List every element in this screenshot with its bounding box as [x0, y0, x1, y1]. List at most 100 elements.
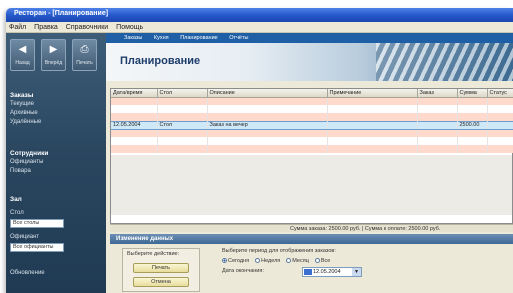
table-cell: [417, 105, 458, 113]
table-cell: 2500.00: [457, 120, 488, 130]
table-header-row: Дата/время Стол Описание Примечание Зака…: [111, 89, 513, 98]
sidebar-item-current[interactable]: Текущие: [10, 100, 41, 109]
page-title: Планирование: [120, 55, 201, 67]
table-cell: [207, 105, 328, 113]
window-title-bar[interactable]: Ресторан - [Планирование]: [6, 8, 513, 22]
table-cell: [207, 137, 328, 145]
nav-orders[interactable]: Заказы: [124, 35, 142, 41]
period-radio-label: Все: [320, 258, 331, 264]
period-radio[interactable]: Неделя: [255, 258, 280, 264]
top-navigation: Заказы Кухня Планирование Отчёты: [106, 33, 513, 43]
table-field-label: Стол: [10, 210, 24, 216]
back-arrow-icon: ◀: [18, 44, 27, 55]
menu-edit[interactable]: Правка: [34, 24, 58, 31]
sidebar-group-header: Заказы: [10, 92, 34, 99]
table-cell: [327, 129, 418, 137]
date-value: 12.05.2004: [313, 269, 341, 275]
chevron-down-icon[interactable]: ▼: [352, 268, 361, 276]
table-cell: [487, 129, 513, 137]
period-radio-label: Сегодня: [228, 258, 250, 264]
table-row[interactable]: [111, 137, 513, 145]
grid-empty-area: [111, 155, 512, 215]
table-cell: [487, 113, 513, 121]
table-row[interactable]: [111, 145, 513, 153]
table-cell: [487, 120, 513, 130]
radio-dot-icon: [314, 258, 320, 263]
menu-references[interactable]: Справочники: [66, 24, 108, 31]
table-cell: [111, 105, 158, 113]
sidebar-group-orders: Заказы Текущие Архивные Удалённые: [10, 91, 41, 127]
print-button[interactable]: ⎙ Печать: [72, 39, 97, 71]
table-row[interactable]: [111, 113, 513, 121]
table-cell: [207, 145, 328, 153]
table-row[interactable]: [111, 105, 513, 113]
table-cell: [327, 105, 418, 113]
table-cell: [157, 113, 208, 121]
column-header[interactable]: Описание: [207, 89, 328, 98]
table-row[interactable]: [111, 129, 513, 137]
period-radio-group: Сегодня Неделя Месяц Все: [222, 258, 336, 264]
table-cell: [111, 145, 158, 153]
period-radio[interactable]: Месяц: [286, 258, 309, 264]
action-group: Выберите действие: Печать Отмена: [122, 248, 200, 292]
sidebar-item-cooks[interactable]: Повара: [10, 167, 48, 176]
orders-grid: Дата/время Стол Описание Примечание Зака…: [110, 88, 513, 224]
table-cell: Стол: [157, 120, 208, 130]
menu-bar: Файл Правка Справочники Помощь: [6, 22, 513, 33]
sidebar-item-waiters[interactable]: Официанты: [10, 158, 48, 167]
sidebar-item-deleted[interactable]: Удалённые: [10, 118, 41, 127]
menu-help[interactable]: Помощь: [116, 24, 143, 31]
table-cell: [417, 120, 458, 130]
table-cell: [327, 113, 418, 121]
nav-kitchen[interactable]: Кухня: [154, 35, 169, 41]
table-cell: [111, 137, 158, 145]
table-cell: [207, 113, 328, 121]
table-cell: [207, 129, 328, 137]
column-header[interactable]: Дата/время: [111, 89, 158, 98]
printer-icon: ⎙: [80, 44, 89, 55]
page-banner: Планирование: [106, 43, 513, 81]
application-window: Ресторан - [Планирование] Файл Правка Сп…: [6, 8, 513, 293]
table-row[interactable]: 12.05.2004 Стол Заказ на вечер 2500.00: [111, 120, 513, 130]
table-cell: [417, 113, 458, 121]
table-cell: [417, 145, 458, 153]
date-picker[interactable]: 12.05.2004 ▼: [302, 267, 362, 277]
grid-status-bar: Сумма заказа: 2500.00 руб. | Сумма к опл…: [110, 224, 513, 232]
table-cell: [417, 97, 458, 105]
radio-dot-icon: [222, 258, 227, 263]
table-row[interactable]: [111, 97, 513, 105]
column-header[interactable]: Заказ: [417, 89, 458, 98]
table-cell: [457, 145, 488, 153]
menu-file[interactable]: Файл: [9, 24, 26, 31]
table-cell: [457, 137, 488, 145]
column-header[interactable]: Примечание: [327, 89, 418, 98]
print-action-button[interactable]: Печать: [133, 263, 189, 273]
cancel-action-button[interactable]: Отмена: [133, 277, 189, 287]
table-cell: [327, 120, 418, 130]
forward-button[interactable]: ▶ Вперёд: [41, 39, 66, 71]
period-radio[interactable]: Сегодня: [222, 258, 249, 264]
table-select[interactable]: Все столы: [10, 219, 64, 228]
back-button[interactable]: ◀ Назад: [10, 39, 35, 71]
column-header[interactable]: Сумма: [457, 89, 488, 98]
table-cell: [457, 105, 488, 113]
nav-planning[interactable]: Планирование: [180, 35, 218, 41]
date-label: Дата окончания:: [222, 268, 264, 274]
window-title: Ресторан - [Планирование]: [14, 10, 109, 17]
table-cell: [111, 97, 158, 105]
sidebar-item-archive[interactable]: Архивные: [10, 109, 41, 118]
column-header[interactable]: Статус: [487, 89, 513, 98]
nav-reports[interactable]: Отчёты: [229, 35, 248, 41]
period-radio[interactable]: Все: [314, 258, 331, 264]
period-radio-label: Неделя: [261, 258, 281, 264]
waiter-select[interactable]: Все официанты: [10, 243, 64, 252]
radio-dot-icon: [286, 258, 292, 263]
sidebar-group-hall: Зал: [10, 195, 22, 204]
table-cell: [327, 145, 418, 153]
table-cell: [457, 129, 488, 137]
table-cell: 12.05.2004: [111, 120, 158, 130]
table-cell: [457, 97, 488, 105]
table-cell: [417, 129, 458, 137]
refresh-link[interactable]: Обновление: [10, 269, 45, 278]
column-header[interactable]: Стол: [157, 89, 208, 98]
